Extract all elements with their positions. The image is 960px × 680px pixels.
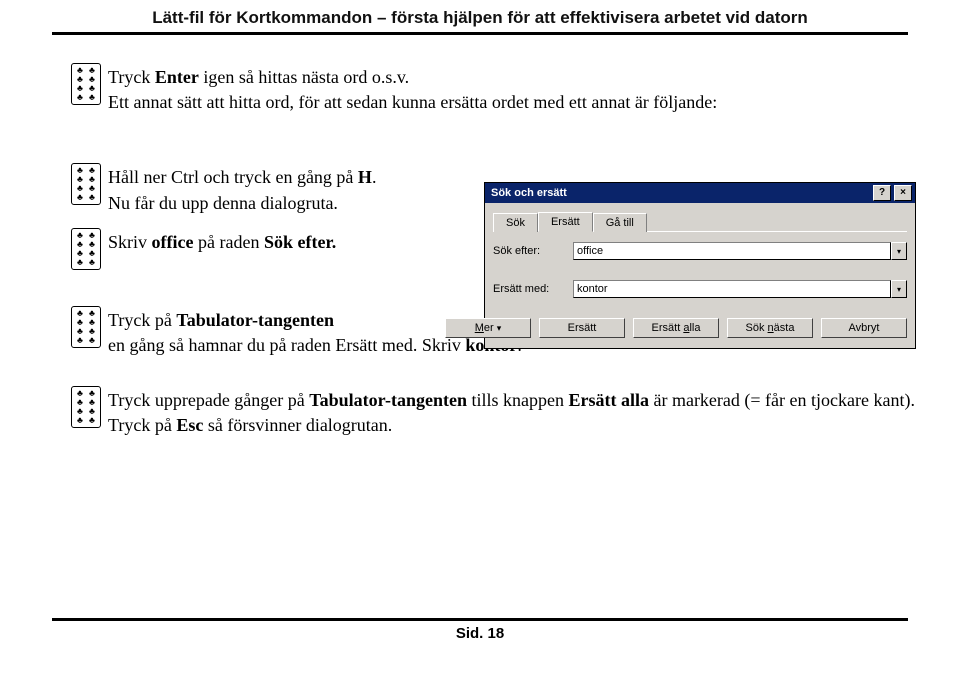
dialog-title: Sök och ersätt: [491, 187, 870, 199]
text-bold: H: [358, 167, 372, 187]
find-replace-dialog: Sök och ersätt ? × Sök Ersätt Gå till Sö…: [484, 182, 916, 349]
tab-replace[interactable]: Ersätt: [538, 212, 593, 232]
text: igen så hittas nästa ord o.s.v.: [199, 67, 409, 87]
replace-label: Ersätt med:: [493, 283, 573, 295]
text-bold: Ersätt alla: [568, 390, 649, 410]
more-button[interactable]: MMerer ▾: [445, 318, 531, 338]
card-bullet-icon: ♣♣♣♣♣♣♣♣: [64, 228, 108, 270]
text: Ett annat sätt att hitta ord, för att se…: [108, 92, 717, 112]
text-bold: Tabulator-tangenten: [176, 310, 334, 330]
text: Nu får du upp denna dialogruta.: [108, 193, 338, 213]
page-number: Sid. 18: [0, 625, 960, 642]
text: Tryck på: [108, 310, 176, 330]
find-dropdown[interactable]: ▾: [891, 242, 907, 260]
text-bold: Sök efter.: [264, 232, 336, 252]
find-label: Sök efter:: [493, 245, 573, 257]
replace-all-button[interactable]: Ersätt allaErsätt alla: [633, 318, 719, 338]
close-button[interactable]: ×: [894, 185, 912, 201]
list-item: ♣♣♣♣♣♣♣♣ Tryck Enter igen så hittas näst…: [64, 63, 920, 115]
replace-input[interactable]: [573, 280, 891, 298]
tab-goto[interactable]: Gå till: [593, 213, 647, 232]
text: en gång så hamnar du på raden Ersätt med…: [108, 335, 465, 355]
tabs: Sök Ersätt Gå till: [493, 209, 907, 231]
text: tills knappen: [467, 390, 569, 410]
page-title: Lätt-fil för Kortkommandon – första hjäl…: [40, 8, 920, 28]
chevron-down-icon: ▾: [497, 323, 502, 333]
text: Håll ner Ctrl och tryck en gång på: [108, 167, 358, 187]
cancel-button[interactable]: Avbryt: [821, 318, 907, 338]
text-bold: Esc: [176, 415, 203, 435]
text: Skriv: [108, 232, 152, 252]
text: Tryck upprepade gånger på: [108, 390, 309, 410]
footer-rule: [52, 618, 908, 621]
replace-button[interactable]: Ersätt: [539, 318, 625, 338]
replace-dropdown[interactable]: ▾: [891, 280, 907, 298]
help-button[interactable]: ?: [873, 185, 891, 201]
text: Tryck: [108, 67, 155, 87]
tab-find[interactable]: Sök: [493, 213, 538, 232]
card-bullet-icon: ♣♣♣♣♣♣♣♣: [64, 163, 108, 205]
card-bullet-icon: ♣♣♣♣♣♣♣♣: [64, 306, 108, 348]
dialog-titlebar[interactable]: Sök och ersätt ? ×: [485, 183, 915, 203]
text: på raden: [193, 232, 263, 252]
text: så försvinner dialogrutan.: [203, 415, 392, 435]
text-bold: Tabulator-tangenten: [309, 390, 467, 410]
find-input[interactable]: [573, 242, 891, 260]
header-rule: [52, 32, 908, 35]
text: .: [372, 167, 377, 187]
card-bullet-icon: ♣♣♣♣♣♣♣♣: [64, 386, 108, 428]
list-item: ♣♣♣♣♣♣♣♣ Tryck upprepade gånger på Tabul…: [64, 386, 920, 438]
text-bold: Enter: [155, 67, 199, 87]
text-bold: office: [152, 232, 194, 252]
find-next-button[interactable]: Sök nästaSök nästa: [727, 318, 813, 338]
card-bullet-icon: ♣♣♣♣♣♣♣♣: [64, 63, 108, 105]
